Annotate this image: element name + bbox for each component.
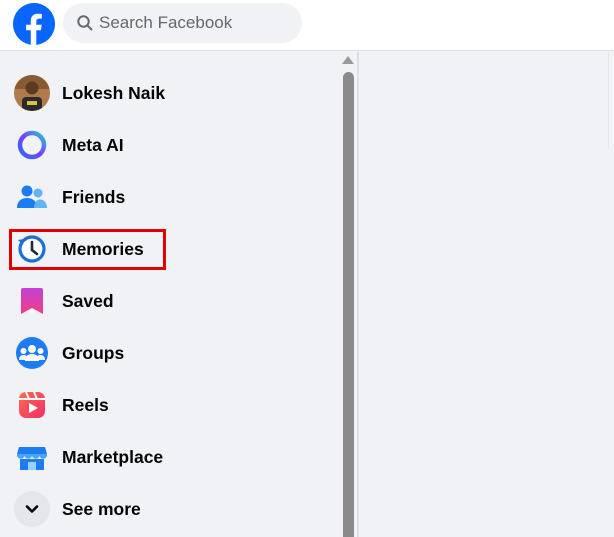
- sidebar-item-saved[interactable]: Saved: [8, 277, 332, 325]
- chevron-down-icon: [14, 491, 50, 527]
- sidebar-item-label: See more: [62, 498, 141, 519]
- saved-bookmark-icon: [21, 288, 43, 314]
- sidebar-item-label: Reels: [62, 394, 109, 415]
- facebook-logo-icon[interactable]: [13, 3, 55, 45]
- content-edge: [608, 52, 609, 150]
- marketplace-shop-icon: [17, 447, 47, 470]
- sidebar-item-friends[interactable]: Friends: [8, 173, 332, 221]
- scrollbar-thumb[interactable]: [343, 72, 354, 537]
- sidebar-item-see-more[interactable]: See more: [8, 485, 332, 533]
- sidebar-item-label: Saved: [62, 290, 114, 311]
- sidebar-item-label: Meta AI: [62, 134, 124, 155]
- memories-highlight-box: [9, 229, 166, 270]
- sidebar-item-marketplace[interactable]: Marketplace: [8, 433, 332, 481]
- sidebar-item-reels[interactable]: Reels: [8, 381, 332, 429]
- profile-avatar: [14, 75, 50, 111]
- search-input[interactable]: [99, 13, 299, 33]
- sidebar-item-meta-ai[interactable]: Meta AI: [8, 121, 332, 169]
- sidebar-item-profile[interactable]: Lokesh Naik: [8, 69, 332, 117]
- left-sidebar: Lokesh Naik Meta AI Friends Memories Sav…: [0, 52, 340, 537]
- scroll-up-arrow-icon[interactable]: [342, 56, 354, 64]
- sidebar-item-label: Groups: [62, 342, 125, 363]
- search-icon: [77, 15, 93, 31]
- top-navigation-bar: [0, 0, 614, 51]
- search-bar[interactable]: [63, 3, 302, 43]
- sidebar-item-groups[interactable]: Groups: [8, 329, 332, 377]
- sidebar-item-label: Marketplace: [62, 446, 164, 467]
- column-divider: [357, 52, 359, 537]
- sidebar-item-label: Friends: [62, 186, 126, 207]
- meta-ai-ring-icon: [17, 130, 47, 160]
- friends-icon: [17, 185, 47, 208]
- sidebar-item-label: Lokesh Naik: [62, 82, 166, 103]
- groups-icon: [16, 337, 48, 369]
- reels-icon: [19, 391, 45, 418]
